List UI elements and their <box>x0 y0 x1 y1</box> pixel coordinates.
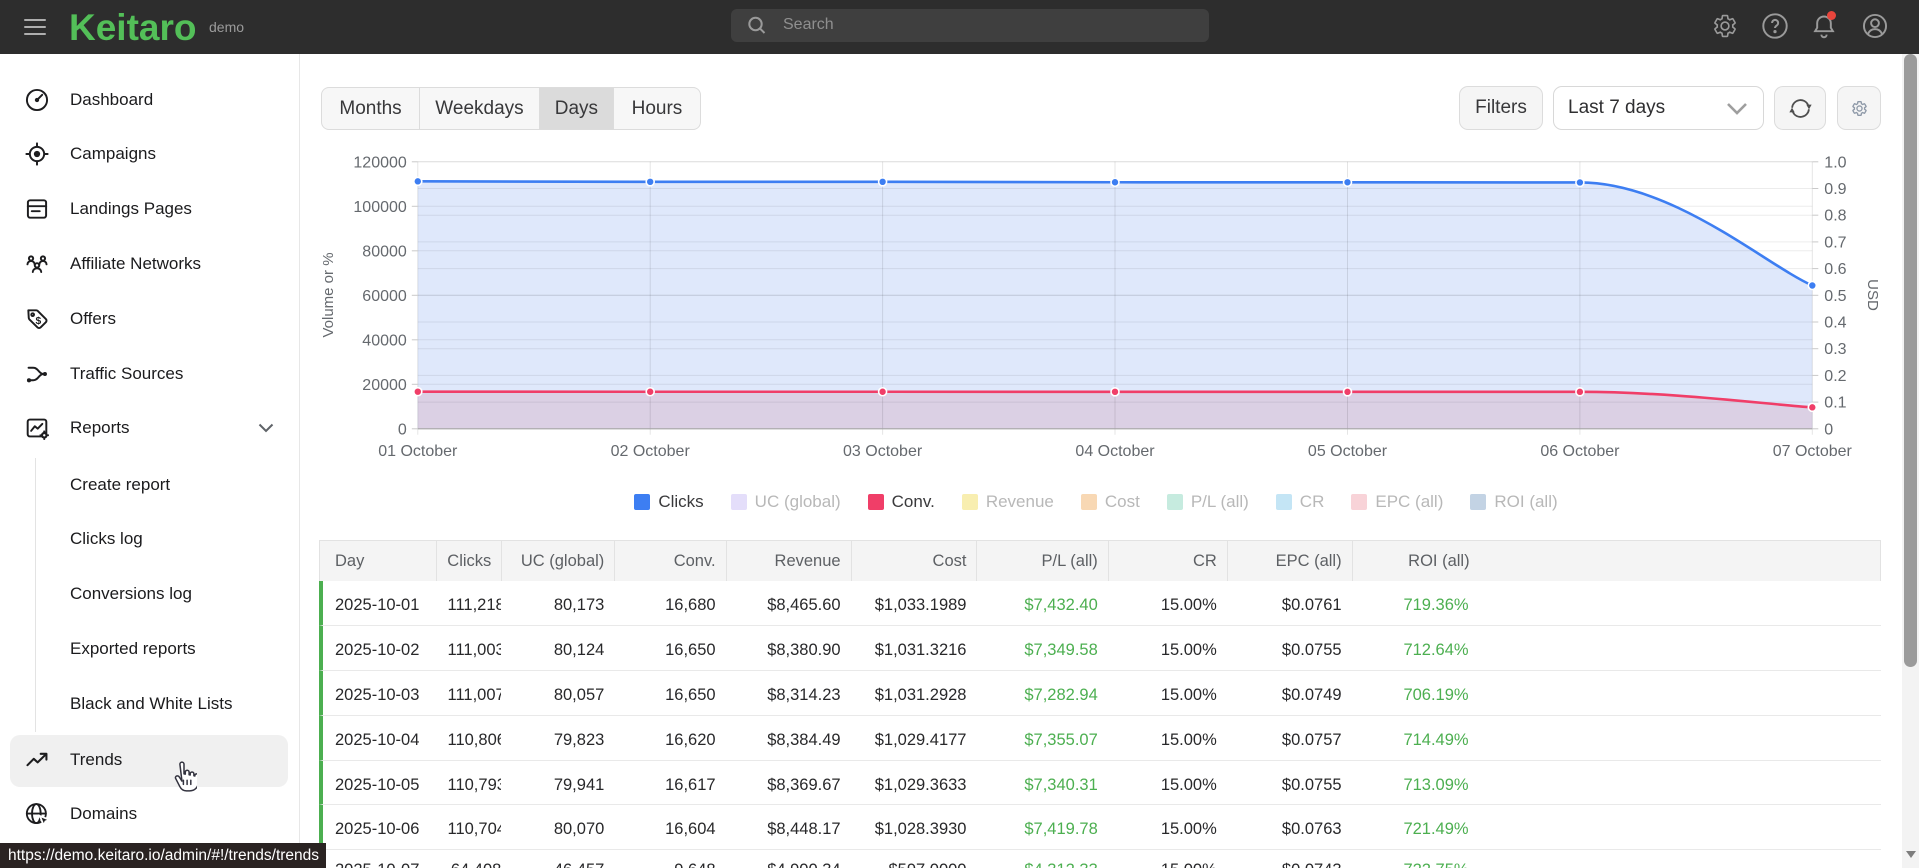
svg-text:100000: 100000 <box>353 199 406 216</box>
svg-text:04 October: 04 October <box>1075 443 1155 460</box>
svg-text:80000: 80000 <box>362 243 407 260</box>
svg-text:20000: 20000 <box>362 377 407 394</box>
svg-text:1.0: 1.0 <box>1824 154 1846 171</box>
svg-text:$: $ <box>36 316 42 327</box>
svg-text:01 October: 01 October <box>378 443 458 460</box>
svg-text:02 October: 02 October <box>611 443 691 460</box>
svg-text:0.3: 0.3 <box>1824 341 1846 358</box>
svg-text:0.4: 0.4 <box>1824 315 1846 332</box>
svg-text:120000: 120000 <box>353 154 406 171</box>
svg-text:0: 0 <box>398 421 407 438</box>
svg-text:0.9: 0.9 <box>1824 181 1846 198</box>
svg-text:07 October: 07 October <box>1773 443 1853 460</box>
svg-text:05 October: 05 October <box>1308 443 1388 460</box>
svg-text:0.5: 0.5 <box>1824 288 1846 305</box>
svg-text:0.7: 0.7 <box>1824 234 1846 251</box>
svg-text:0.8: 0.8 <box>1824 208 1846 225</box>
svg-text:0.6: 0.6 <box>1824 261 1846 278</box>
svg-text:0.2: 0.2 <box>1824 368 1846 385</box>
svg-text:0: 0 <box>1824 421 1833 438</box>
svg-text:Volume or %: Volume or % <box>320 252 337 337</box>
svg-text:60000: 60000 <box>362 288 407 305</box>
svg-text:06 October: 06 October <box>1540 443 1620 460</box>
svg-text:03 October: 03 October <box>843 443 923 460</box>
svg-text:USD: USD <box>1864 279 1881 311</box>
svg-text:0.1: 0.1 <box>1824 395 1846 412</box>
svg-text:40000: 40000 <box>362 332 407 349</box>
